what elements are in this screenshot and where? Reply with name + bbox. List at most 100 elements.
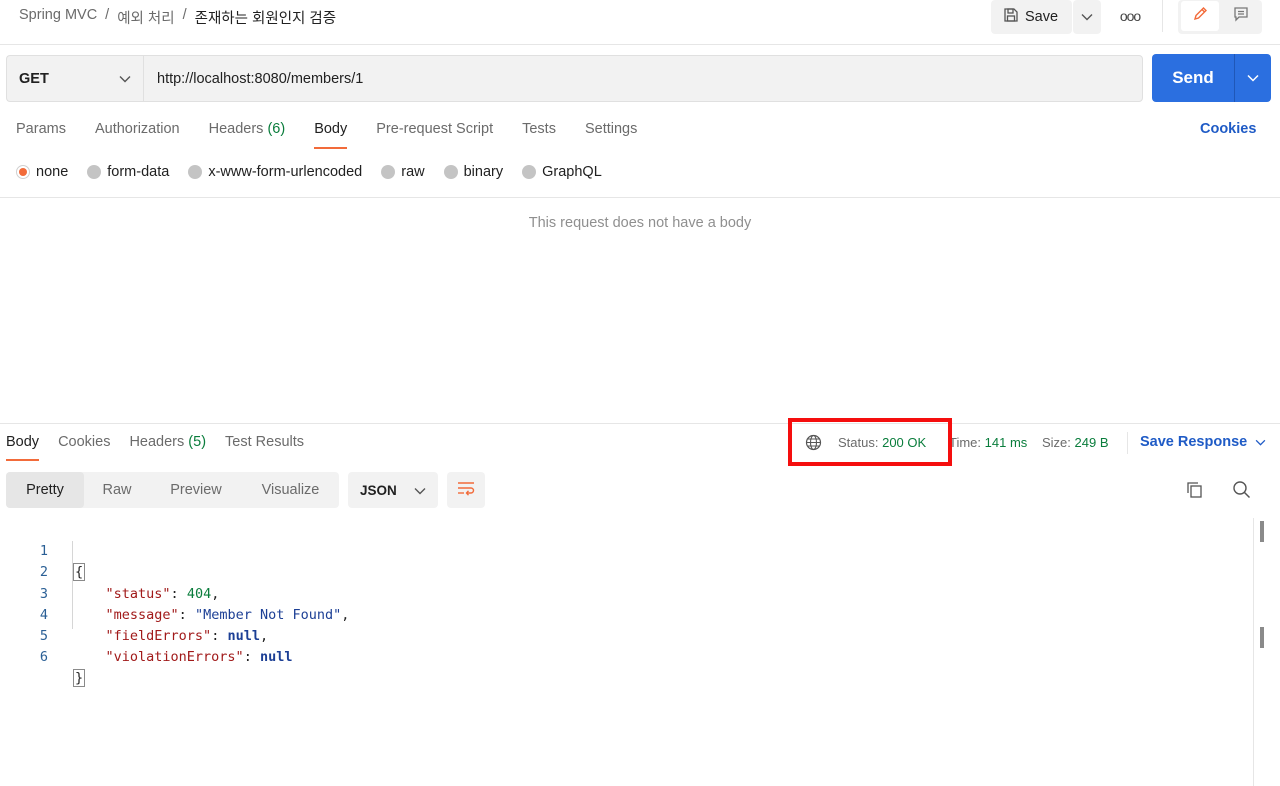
wrap-lines-icon (456, 480, 476, 501)
response-body-code[interactable]: 1 { 2 "status": 404, 3 "message": "Membe… (0, 520, 350, 688)
breadcrumb-separator: / (105, 7, 110, 23)
size-value: 249 B (1074, 435, 1109, 450)
send-options-button[interactable] (1234, 54, 1271, 102)
method-select[interactable]: GET (6, 55, 143, 102)
cookies-link[interactable]: Cookies (1200, 121, 1256, 137)
response-tab-test-results[interactable]: Test Results (225, 434, 304, 450)
save-icon (1003, 7, 1019, 27)
save-response-button[interactable]: Save Response (1140, 434, 1266, 450)
language-select[interactable]: JSON (348, 472, 438, 508)
tab-tests[interactable]: Tests (522, 121, 556, 137)
divider (1162, 0, 1163, 32)
radio-dot-selected (16, 165, 30, 179)
chevron-down-icon (119, 71, 131, 87)
save-response-label: Save Response (1140, 434, 1248, 450)
code-text: "message": "Member Not Found", (105, 606, 350, 623)
json-key: "message" (105, 606, 179, 623)
breadcrumb-request-name[interactable]: 존재하는 회원인지 검증 (195, 7, 336, 28)
save-options-button[interactable] (1073, 0, 1101, 34)
breadcrumb-collection[interactable]: Spring MVC (19, 7, 97, 28)
side-panel-toggle (1178, 0, 1262, 34)
json-number: 404 (186, 585, 212, 602)
send-label: Send (1172, 68, 1214, 87)
json-key: "violationErrors" (105, 649, 244, 666)
chevron-down-icon (1247, 69, 1259, 87)
tab-body[interactable]: Body (314, 121, 348, 149)
view-preview[interactable]: Preview (150, 472, 242, 508)
more-options-button[interactable]: ooo (1116, 6, 1144, 26)
radio-none[interactable]: none (16, 164, 68, 180)
code-text: "violationErrors": null (105, 649, 293, 666)
code-text: "fieldErrors": null, (105, 627, 269, 644)
line-number: 6 (39, 649, 48, 666)
response-size[interactable]: Size: 249 B (1042, 435, 1109, 450)
response-tab-cookies[interactable]: Cookies (58, 434, 110, 450)
breadcrumb-folder[interactable]: 예외 처리 (117, 7, 174, 28)
more-icon: ooo (1119, 8, 1141, 24)
chevron-down-icon (414, 483, 426, 498)
scrollbar-marker (1260, 627, 1264, 648)
response-tab-body[interactable]: Body (6, 434, 40, 461)
send-button[interactable]: Send (1152, 54, 1234, 102)
edit-mode-button[interactable] (1181, 1, 1219, 31)
radio-label: raw (401, 164, 425, 180)
copy-icon[interactable] (1185, 480, 1204, 504)
view-visualize[interactable]: Visualize (242, 472, 339, 508)
header-divider (0, 44, 1280, 45)
comment-icon (1233, 6, 1249, 27)
pane-splitter[interactable] (0, 423, 1280, 424)
radio-dot (87, 165, 102, 179)
tab-headers[interactable]: Headers (6) (209, 121, 286, 137)
radio-label: GraphQL (542, 164, 602, 180)
json-key: "status" (105, 585, 171, 602)
response-time[interactable]: Time: 141 ms (949, 435, 1027, 450)
code-line: 6 } (0, 626, 86, 688)
response-tab-headers-count: (5) (188, 434, 207, 450)
divider (1127, 432, 1128, 454)
json-null: null (259, 649, 293, 666)
radio-raw[interactable]: raw (381, 164, 425, 180)
body-type-radios: none form-data x-www-form-urlencoded raw… (16, 164, 602, 180)
radio-form-data[interactable]: form-data (87, 164, 169, 180)
postman-app: Spring MVC / 예외 처리 / 존재하는 회원인지 검증 Save o… (0, 0, 1280, 786)
response-tab-headers[interactable]: Headers (5) (129, 434, 206, 450)
radio-dot (188, 165, 203, 179)
divider (0, 197, 1280, 198)
scrollbar-track[interactable] (1253, 518, 1254, 786)
radio-binary[interactable]: binary (443, 164, 503, 180)
wrap-lines-button[interactable] (447, 472, 485, 508)
radio-graphql[interactable]: GraphQL (522, 164, 602, 180)
radio-label: form-data (107, 164, 170, 180)
code-text: "status": 404, (105, 585, 220, 602)
scrollbar-marker (1260, 521, 1264, 542)
tab-prerequest-script[interactable]: Pre-request Script (376, 121, 493, 137)
radio-urlencoded[interactable]: x-www-form-urlencoded (188, 164, 362, 180)
brace-open: { (73, 563, 86, 582)
tab-params[interactable]: Params (16, 121, 66, 137)
size-label: Size: (1042, 435, 1071, 450)
code-line: 3 "message": "Member Not Found", (0, 562, 350, 623)
language-value: JSON (360, 482, 397, 498)
code-line: 5 "violationErrors": null (0, 605, 293, 665)
search-icon[interactable] (1232, 480, 1251, 504)
code-line: 2 "status": 404, (0, 541, 219, 601)
code-text: } (73, 668, 86, 689)
tab-settings[interactable]: Settings (585, 121, 637, 137)
time-label: Time: (949, 435, 982, 450)
save-button[interactable]: Save (991, 0, 1072, 34)
pencil-icon (1192, 6, 1208, 27)
view-raw[interactable]: Raw (84, 472, 150, 508)
breadcrumb: Spring MVC / 예외 처리 / 존재하는 회원인지 검증 (19, 7, 336, 28)
radio-label: none (36, 164, 69, 180)
comments-button[interactable] (1222, 1, 1260, 31)
code-line: 1 { (0, 520, 86, 582)
radio-dot (443, 165, 458, 179)
brace-close: } (73, 669, 86, 688)
radio-dot (522, 165, 537, 179)
response-tabs: Body Cookies Headers (5) Test Results (6, 434, 304, 461)
request-tabs: Params Authorization Headers (6) Body Pr… (16, 121, 637, 149)
view-pretty[interactable]: Pretty (6, 472, 84, 508)
url-input[interactable]: http://localhost:8080/members/1 (143, 55, 1143, 102)
method-value: GET (19, 70, 49, 87)
tab-authorization[interactable]: Authorization (95, 121, 180, 137)
